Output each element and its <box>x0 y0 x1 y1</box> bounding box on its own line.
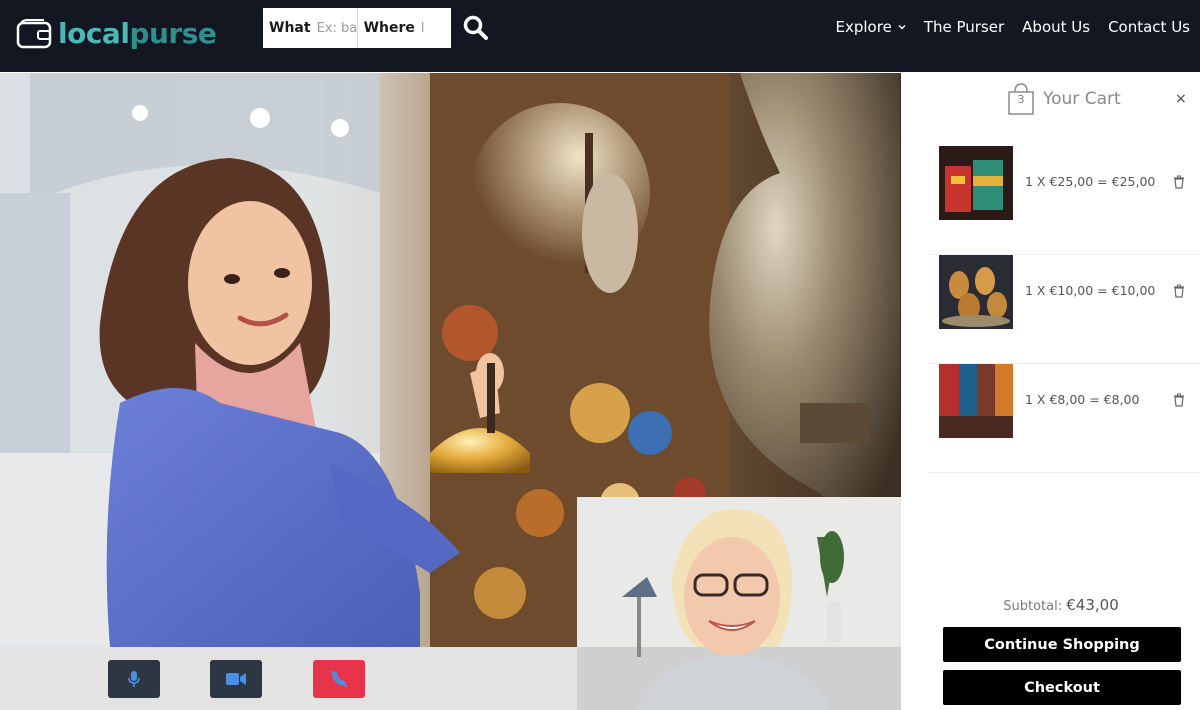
nav-item-label: The Purser <box>923 18 1005 36</box>
continue-shopping-button[interactable]: Continue Shopping <box>943 627 1181 662</box>
cart-header: 3 Your Cart × <box>901 72 1200 132</box>
trash-icon[interactable] <box>1173 283 1185 298</box>
video-camera-icon <box>226 673 246 685</box>
cart-subtotal: Subtotal: €43,00 <box>901 596 1200 614</box>
cart-item-line: 1 X €25,00 = €25,00 <box>1025 174 1156 189</box>
cart-item: 1 X €8,00 = €8,00 <box>929 364 1200 473</box>
search-where-input[interactable] <box>420 20 433 36</box>
cart-item: 1 X €10,00 = €10,00 <box>929 255 1200 364</box>
search-where-label: Where <box>363 20 415 36</box>
nav-item-label: Contact Us <box>1108 18 1190 36</box>
trash-icon[interactable] <box>1173 392 1185 407</box>
logo[interactable]: localpurse <box>16 14 217 54</box>
cart-count: 3 <box>1017 93 1025 106</box>
nav-item-explore[interactable]: Explore <box>836 18 906 36</box>
cart-panel: 3 Your Cart × 1 X €25,00 = €25,00 1 X €1… <box>901 72 1200 710</box>
item-thumbnail-bags[interactable] <box>939 146 1013 220</box>
nav-item-the-purser[interactable]: The Purser <box>924 18 1004 36</box>
nav-item-contact-us[interactable]: Contact Us <box>1108 18 1190 36</box>
top-navigation-bar: localpurse What Where Explore The Purser… <box>0 0 1200 72</box>
search-what-segment: What <box>263 8 358 48</box>
item-thumbnail-tea-glasses[interactable] <box>939 255 1013 329</box>
checkout-button[interactable]: Checkout <box>943 670 1181 705</box>
cart-item-line: 1 X €8,00 = €8,00 <box>1025 392 1140 407</box>
close-icon[interactable]: × <box>1175 91 1187 107</box>
end-call-icon <box>330 670 348 688</box>
wallet-icon <box>16 18 52 50</box>
microphone-icon <box>128 671 140 687</box>
cart-title: Your Cart <box>1043 89 1121 109</box>
cart-item-line: 1 X €10,00 = €10,00 <box>1025 283 1156 298</box>
nav-item-label: Explore <box>835 18 892 36</box>
self-video-feed <box>577 497 901 710</box>
search-what-label: What <box>269 20 311 36</box>
item-thumbnail-textiles[interactable] <box>939 364 1013 438</box>
chevron-down-icon <box>898 25 906 30</box>
nav-item-label: About Us <box>1022 18 1091 36</box>
video-camera-button[interactable] <box>210 660 262 698</box>
subtotal-label: Subtotal: <box>1003 599 1063 614</box>
main-nav: Explore The Purser About Us Contact Us <box>836 18 1190 36</box>
trash-icon[interactable] <box>1173 174 1185 189</box>
end-call-button[interactable] <box>313 660 365 698</box>
logo-text: localpurse <box>58 17 217 50</box>
cart-item: 1 X €25,00 = €25,00 <box>929 146 1200 255</box>
search-where-segment: Where <box>358 8 433 48</box>
nav-item-about-us[interactable]: About Us <box>1022 18 1090 36</box>
search-box: What Where <box>263 8 451 48</box>
search-what-input[interactable] <box>316 20 357 36</box>
microphone-button[interactable] <box>108 660 160 698</box>
subtotal-value: €43,00 <box>1066 596 1119 614</box>
call-controls-bar <box>0 647 577 710</box>
shopping-bag-icon: 3 <box>1006 82 1036 116</box>
search-icon[interactable] <box>462 14 490 42</box>
